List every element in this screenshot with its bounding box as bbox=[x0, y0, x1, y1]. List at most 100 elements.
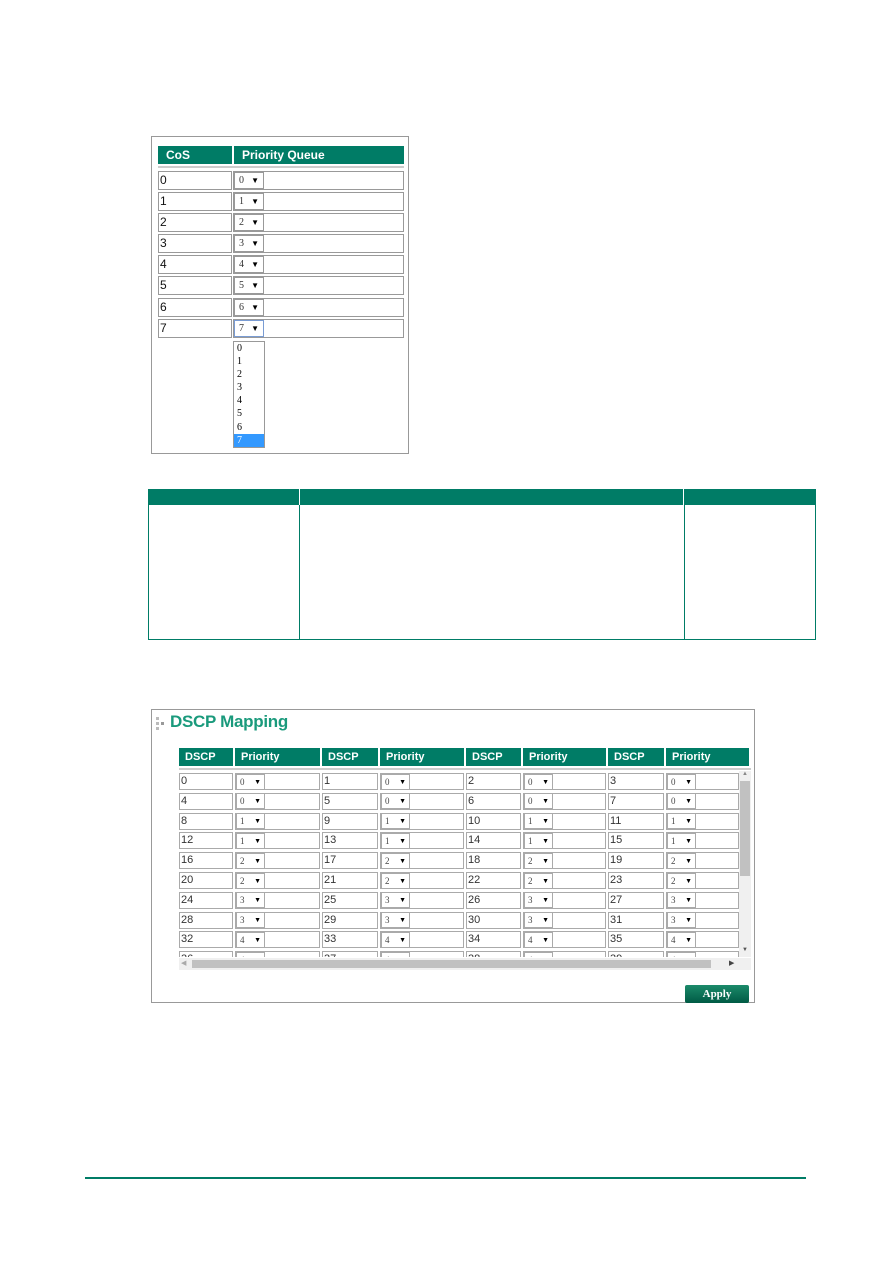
scroll-right-icon[interactable]: ▶ bbox=[729, 959, 734, 967]
priority-select[interactable]: 0 ▼ bbox=[236, 773, 265, 790]
dropdown-option[interactable]: 2 bbox=[234, 368, 264, 381]
priority-select[interactable]: 1 ▼ bbox=[236, 813, 265, 830]
priority-select[interactable]: 2 ▼ bbox=[381, 852, 410, 869]
priority-queue-select[interactable]: 1 ▼ bbox=[234, 193, 264, 210]
selected-value: 2 bbox=[385, 875, 390, 886]
priority-header: Priority bbox=[235, 748, 320, 766]
priority-queue-select[interactable]: 0 ▼ bbox=[234, 172, 264, 189]
priority-select[interactable]: 3 ▼ bbox=[381, 912, 410, 929]
priority-select[interactable]: 1 ▼ bbox=[236, 832, 265, 849]
scroll-left-icon[interactable]: ◀ bbox=[181, 959, 186, 967]
selected-value: 2 bbox=[240, 855, 245, 866]
priority-select[interactable]: 0 ▼ bbox=[524, 793, 553, 810]
priority-select[interactable]: 4▼ bbox=[236, 951, 265, 957]
priority-queue-select[interactable]: 2 ▼ bbox=[234, 214, 264, 231]
priority-select[interactable]: 2 ▼ bbox=[236, 852, 265, 869]
selected-value: 0 bbox=[528, 776, 533, 787]
cos-value-cell: 2 bbox=[158, 213, 232, 232]
selected-value: 1 bbox=[385, 835, 390, 846]
dropdown-option[interactable]: 0 bbox=[234, 342, 264, 355]
priority-select[interactable]: 0 ▼ bbox=[236, 793, 265, 810]
dropdown-option[interactable]: 5 bbox=[234, 407, 264, 420]
chevron-down-icon: ▼ bbox=[251, 260, 259, 269]
priority-select[interactable]: 4▼ bbox=[667, 951, 696, 957]
parameter-table bbox=[148, 489, 816, 640]
selected-value: 1 bbox=[239, 196, 244, 207]
priority-select[interactable]: 2 ▼ bbox=[524, 852, 553, 869]
dscp-header: DSCP bbox=[466, 748, 521, 766]
priority-select[interactable]: 3 ▼ bbox=[667, 892, 696, 909]
priority-queue-select[interactable]: 6 ▼ bbox=[234, 299, 264, 316]
scroll-down-icon[interactable]: ▼ bbox=[742, 947, 748, 953]
priority-queue-select[interactable]: 7 ▼ bbox=[234, 320, 264, 337]
selected-value: 0 bbox=[239, 175, 244, 186]
chevron-down-icon: ▼ bbox=[542, 896, 549, 905]
priority-select[interactable]: 1 ▼ bbox=[524, 813, 553, 830]
priority-select[interactable]: 0 ▼ bbox=[381, 793, 410, 810]
priority-select[interactable]: 3 ▼ bbox=[524, 912, 553, 929]
priority-select[interactable]: 3 ▼ bbox=[667, 912, 696, 929]
dropdown-option[interactable]: 4 bbox=[234, 394, 264, 407]
priority-select[interactable]: 0 ▼ bbox=[667, 793, 696, 810]
priority-select[interactable]: 4▼ bbox=[524, 951, 553, 957]
dropdown-option[interactable]: 1 bbox=[234, 355, 264, 368]
scrollbar-thumb[interactable] bbox=[192, 960, 711, 968]
selected-value: 3 bbox=[239, 238, 244, 249]
cos-value-cell: 6 bbox=[158, 298, 232, 317]
priority-select[interactable]: 0 ▼ bbox=[524, 773, 553, 790]
dscp-value-cell: 4 bbox=[179, 792, 233, 810]
priority-select[interactable]: 3 ▼ bbox=[236, 892, 265, 909]
dscp-table-viewport: 0 0 ▼ 1 0 ▼ 2 0 ▼ 3 0 ▼ 4 0 ▼ 5 0 ▼ 6 0 ▼ 7 0 ▼ 8 1 ▼ 9 1 ▼ 10 1 ▼ 11 1 ▼ 12… bbox=[179, 771, 739, 957]
apply-button[interactable]: Apply bbox=[685, 985, 749, 1003]
priority-select[interactable]: 2 ▼ bbox=[524, 872, 553, 889]
priority-queue-select[interactable]: 4 ▼ bbox=[234, 256, 264, 273]
priority-select[interactable]: 2 ▼ bbox=[381, 872, 410, 889]
selected-value: 4 bbox=[671, 934, 676, 945]
priority-select[interactable]: 3 ▼ bbox=[524, 892, 553, 909]
chevron-down-icon: ▼ bbox=[251, 324, 259, 333]
dropdown-option[interactable]: 6 bbox=[234, 421, 264, 434]
priority-select[interactable]: 2 ▼ bbox=[667, 852, 696, 869]
priority-select[interactable]: 1 ▼ bbox=[381, 832, 410, 849]
scrollbar-thumb[interactable] bbox=[740, 781, 750, 876]
chevron-down-icon: ▼ bbox=[254, 935, 261, 944]
dscp-value-cell: 38 bbox=[466, 951, 521, 957]
priority-select[interactable]: 2 ▼ bbox=[667, 872, 696, 889]
dropdown-option[interactable]: 3 bbox=[234, 381, 264, 394]
selected-value: 1 bbox=[385, 816, 390, 827]
priority-select[interactable]: 4▼ bbox=[381, 951, 410, 957]
priority-select[interactable]: 0 ▼ bbox=[667, 773, 696, 790]
priority-queue-select[interactable]: 3 ▼ bbox=[234, 235, 264, 252]
priority-select[interactable]: 4▼ bbox=[381, 931, 410, 948]
chevron-down-icon: ▼ bbox=[254, 896, 261, 905]
priority-select[interactable]: 1 ▼ bbox=[667, 813, 696, 830]
footer-rule bbox=[85, 1177, 806, 1179]
dscp-value-cell: 31 bbox=[608, 911, 664, 929]
priority-select[interactable]: 0 ▼ bbox=[381, 773, 410, 790]
dscp-value-cell: 11 bbox=[608, 812, 664, 830]
selected-value: 4 bbox=[240, 955, 245, 957]
dscp-header: DSCP bbox=[322, 748, 378, 766]
selected-value: 0 bbox=[385, 796, 390, 807]
priority-queue-select[interactable]: 5 ▼ bbox=[234, 277, 264, 294]
priority-select[interactable]: 3 ▼ bbox=[381, 892, 410, 909]
priority-select[interactable]: 1 ▼ bbox=[524, 832, 553, 849]
priority-select[interactable]: 1 ▼ bbox=[667, 832, 696, 849]
scroll-up-icon[interactable]: ▲ bbox=[742, 771, 748, 777]
priority-select[interactable]: 1 ▼ bbox=[381, 813, 410, 830]
priority-select[interactable]: 4▼ bbox=[236, 931, 265, 948]
horizontal-scrollbar[interactable]: ◀ ▶ bbox=[179, 958, 751, 970]
selected-value: 2 bbox=[239, 217, 244, 228]
priority-select[interactable]: 4▼ bbox=[667, 931, 696, 948]
priority-select[interactable]: 4▼ bbox=[524, 931, 553, 948]
chevron-down-icon: ▼ bbox=[685, 935, 692, 944]
dropdown-option[interactable]: 7 bbox=[234, 433, 264, 447]
priority-select[interactable]: 2 ▼ bbox=[236, 872, 265, 889]
selected-value: 3 bbox=[528, 895, 533, 906]
priority-queue-dropdown-list[interactable]: 01234567 bbox=[233, 341, 265, 448]
selected-value: 4 bbox=[240, 934, 245, 945]
chevron-down-icon: ▼ bbox=[399, 856, 406, 865]
priority-select[interactable]: 3 ▼ bbox=[236, 912, 265, 929]
section-bullet-icon bbox=[156, 716, 168, 730]
vertical-scrollbar[interactable]: ▲ ▼ bbox=[739, 771, 751, 957]
